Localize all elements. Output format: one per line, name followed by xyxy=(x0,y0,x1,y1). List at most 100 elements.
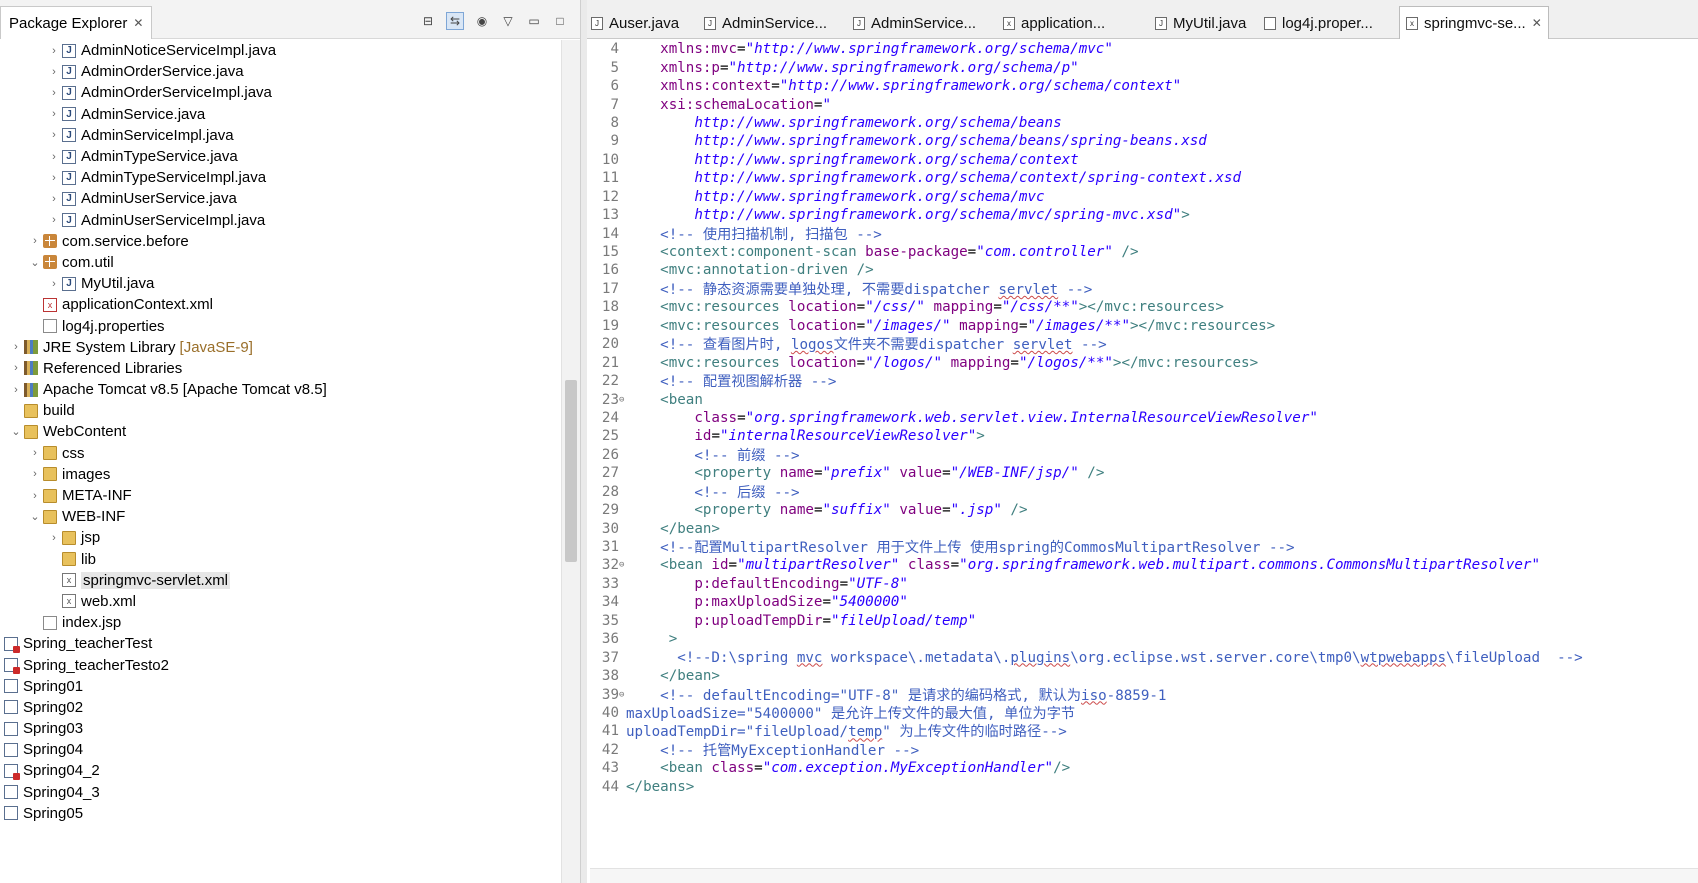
tree-item[interactable]: springmvc-servlet.xml xyxy=(0,570,560,591)
tree-item[interactable]: › Apache Tomcat v8.5 [Apache Tomcat v8.5] xyxy=(0,379,560,400)
code-line[interactable]: 8 http://www.springframework.org/schema/… xyxy=(587,114,1698,132)
code-line[interactable]: 16 <mvc:annotation-driven /> xyxy=(587,261,1698,279)
code-line[interactable]: 44 </beans> xyxy=(587,778,1698,796)
code-line[interactable]: 9 http://www.springframework.org/schema/… xyxy=(587,132,1698,150)
chevron-right-icon[interactable]: › xyxy=(27,490,43,502)
code-line[interactable]: 24 class="org.springframework.web.servle… xyxy=(587,409,1698,427)
code-area[interactable]: 4 xmlns:mvc="http://www.springframework.… xyxy=(587,40,1698,796)
tree-item[interactable]: build xyxy=(0,400,560,421)
code-line[interactable]: 43 <bean class="com.exception.MyExceptio… xyxy=(587,759,1698,777)
tree-item[interactable]: › JRE System Library [JavaSE-9] xyxy=(0,337,560,358)
chevron-right-icon[interactable]: › xyxy=(8,341,24,353)
code-line[interactable]: 30 </bean> xyxy=(587,519,1698,537)
tree-item[interactable]: › AdminTypeServiceImpl.java xyxy=(0,167,560,188)
tree-item[interactable]: › MyUtil.java xyxy=(0,273,560,294)
tree-item[interactable]: Spring05 xyxy=(0,803,560,824)
code-line[interactable]: 7 xsi:schemaLocation=" xyxy=(587,95,1698,113)
tree-item[interactable]: › com.service.before xyxy=(0,231,560,252)
code-line[interactable]: 37 <!--D:\spring mvc workspace\.metadata… xyxy=(587,648,1698,666)
tree-item[interactable]: › AdminServiceImpl.java xyxy=(0,125,560,146)
chevron-right-icon[interactable]: › xyxy=(8,384,24,396)
close-icon[interactable]: ✕ xyxy=(1532,16,1542,30)
tree-item[interactable]: › Referenced Libraries xyxy=(0,358,560,379)
editor-tab[interactable]: J AdminService... xyxy=(704,10,827,36)
tree-item[interactable]: index.jsp xyxy=(0,612,560,633)
tree-item[interactable]: web.xml xyxy=(0,591,560,612)
chevron-right-icon[interactable]: › xyxy=(8,362,24,374)
editor-tab[interactable]: x springmvc-se... ✕ xyxy=(1399,6,1549,39)
maximize-icon[interactable]: □ xyxy=(552,13,568,29)
code-line[interactable]: 14 <!-- 使用扫描机制, 扫描包 --> xyxy=(587,224,1698,243)
editor-tab[interactable]: J AdminService... xyxy=(853,10,976,36)
chevron-down-icon[interactable]: ⌄ xyxy=(27,256,43,269)
tree-item[interactable]: › AdminOrderService.java xyxy=(0,61,560,82)
chevron-right-icon[interactable]: › xyxy=(46,108,62,120)
tree-item[interactable]: Spring04 xyxy=(0,739,560,760)
code-line[interactable]: 18 <mvc:resources location="/css/" mappi… xyxy=(587,298,1698,316)
code-line[interactable]: 15 <context:component-scan base-package=… xyxy=(587,243,1698,261)
tree-item[interactable]: Spring03 xyxy=(0,718,560,739)
tree-item[interactable]: applicationContext.xml xyxy=(0,294,560,315)
code-line[interactable]: 29 <property name="suffix" value=".jsp" … xyxy=(587,501,1698,519)
code-line[interactable]: 4 xmlns:mvc="http://www.springframework.… xyxy=(587,40,1698,58)
tree-item[interactable]: › AdminService.java xyxy=(0,104,560,125)
code-line[interactable]: 21 <mvc:resources location="/logos/" map… xyxy=(587,353,1698,371)
tree-item[interactable]: Spring04_2 xyxy=(0,760,560,781)
code-line[interactable]: 10 http://www.springframework.org/schema… xyxy=(587,151,1698,169)
fold-toggle-icon[interactable]: ⊖ xyxy=(619,560,626,570)
tree-item[interactable]: log4j.properties xyxy=(0,315,560,336)
code-line[interactable]: 39 ⊖ <!-- defaultEncoding="UTF-8" 是请求的编码格… xyxy=(587,685,1698,704)
tree-item[interactable]: Spring_teacherTesto2 xyxy=(0,654,560,675)
code-line[interactable]: 5 xmlns:p="http://www.springframework.or… xyxy=(587,58,1698,76)
code-line[interactable]: 17 <!-- 静态资源需要单独处理, 不需要dispatcher servle… xyxy=(587,280,1698,298)
code-line[interactable]: 31 <!--配置MultipartResolver 用于文件上传 使用spri… xyxy=(587,538,1698,556)
chevron-down-icon[interactable]: ⌄ xyxy=(27,510,43,523)
code-line[interactable]: 23 ⊖ <bean xyxy=(587,390,1698,408)
chevron-right-icon[interactable]: › xyxy=(46,172,62,184)
code-line[interactable]: 28 <!-- 后缀 --> xyxy=(587,483,1698,501)
editor-tab[interactable]: J Auser.java xyxy=(591,10,679,36)
tree-item[interactable]: Spring04_3 xyxy=(0,782,560,803)
chevron-down-icon[interactable]: ⌄ xyxy=(8,425,24,438)
code-line[interactable]: 11 http://www.springframework.org/schema… xyxy=(587,169,1698,187)
collapse-all-icon[interactable]: ⊟ xyxy=(420,13,436,29)
code-line[interactable]: 22 <!-- 配置视图解析器 --> xyxy=(587,372,1698,390)
editor-tab[interactable]: log4j.proper... xyxy=(1264,10,1373,36)
code-line[interactable]: 20 <!-- 查看图片时, logos文件夹不需要dispatcher ser… xyxy=(587,335,1698,353)
fold-toggle-icon[interactable]: ⊖ xyxy=(619,690,626,700)
chevron-right-icon[interactable]: › xyxy=(27,468,43,480)
tree-item[interactable]: › css xyxy=(0,443,560,464)
chevron-right-icon[interactable]: › xyxy=(46,87,62,99)
code-line[interactable]: 13 http://www.springframework.org/schema… xyxy=(587,206,1698,224)
fold-toggle-icon[interactable]: ⊖ xyxy=(619,395,626,405)
link-with-editor-icon[interactable]: ⇆ xyxy=(446,12,464,30)
chevron-right-icon[interactable]: › xyxy=(27,447,43,459)
focus-icon[interactable]: ◉ xyxy=(474,13,490,29)
chevron-right-icon[interactable]: › xyxy=(46,129,62,141)
code-line[interactable]: 41 uploadTempDir="fileUpload/temp" 为上传文件的… xyxy=(587,722,1698,740)
code-line[interactable]: 36 > xyxy=(587,630,1698,648)
tree-item[interactable]: › AdminNoticeServiceImpl.java xyxy=(0,40,560,61)
tree-item[interactable]: › META-INF xyxy=(0,485,560,506)
code-line[interactable]: 42 <!-- 托管MyExceptionHandler --> xyxy=(587,741,1698,759)
tree-item[interactable]: › AdminUserServiceImpl.java xyxy=(0,210,560,231)
chevron-right-icon[interactable]: › xyxy=(46,278,62,290)
tree-item[interactable]: › AdminUserService.java xyxy=(0,188,560,209)
code-line[interactable]: 6 xmlns:context="http://www.springframew… xyxy=(587,77,1698,95)
tree-item[interactable]: Spring_teacherTest xyxy=(0,633,560,654)
code-line[interactable]: 35 p:uploadTempDir="fileUpload/temp" xyxy=(587,612,1698,630)
code-line[interactable]: 26 <!-- 前缀 --> xyxy=(587,446,1698,464)
code-line[interactable]: 34 p:maxUploadSize="5400000" xyxy=(587,593,1698,611)
tree-item[interactable]: ⌄ WEB-INF xyxy=(0,506,560,527)
chevron-right-icon[interactable]: › xyxy=(46,151,62,163)
vertical-scrollbar[interactable] xyxy=(561,40,580,883)
code-line[interactable]: 27 <property name="prefix" value="/WEB-I… xyxy=(587,464,1698,482)
tree-item[interactable]: Spring01 xyxy=(0,676,560,697)
code-line[interactable]: 19 <mvc:resources location="/images/" ma… xyxy=(587,317,1698,335)
chevron-right-icon[interactable]: › xyxy=(46,214,62,226)
editor-tab[interactable]: J MyUtil.java xyxy=(1155,10,1246,36)
chevron-right-icon[interactable]: › xyxy=(27,235,43,247)
tree-item[interactable]: › jsp xyxy=(0,527,560,548)
tree-item[interactable]: › AdminTypeService.java xyxy=(0,146,560,167)
tree-item[interactable]: lib xyxy=(0,549,560,570)
